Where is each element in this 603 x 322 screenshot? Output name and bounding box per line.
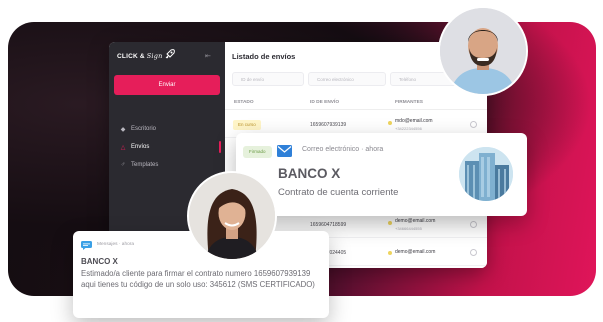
- signed-badge: Firmado: [243, 146, 272, 158]
- page-title: Listado de envíos: [232, 52, 296, 61]
- sidebar-item-label: Escritorio: [131, 126, 157, 132]
- sidebar-nav: ◆ Escritorio △ Envíos ♂ Templates: [109, 120, 225, 174]
- rocket-icon: [165, 49, 175, 59]
- signer-status-dot: [388, 251, 392, 255]
- signer-phone: +34222344556: [395, 126, 422, 131]
- collapse-sidebar-icon[interactable]: ⇤: [205, 52, 211, 60]
- status-badge: En curso: [233, 120, 261, 130]
- logo-script: Sign: [146, 52, 163, 60]
- stage: CLICK & Sign ⇤ Enviar ◆ Escritorio △ Env…: [0, 0, 603, 322]
- signer-status-dot: [388, 121, 392, 125]
- notification-meta: Correo electrónico · ahora: [302, 146, 384, 153]
- sidebar-item-templates[interactable]: ♂ Templates: [109, 156, 225, 174]
- building-photo: [459, 147, 513, 201]
- sidebar-item-label: Templates: [131, 162, 159, 168]
- row-select-radio[interactable]: [470, 249, 477, 256]
- signer-email: demo@email.com: [395, 218, 436, 224]
- envelope-icon: [277, 145, 292, 157]
- notification-description: Contrato de cuenta corriente: [278, 187, 399, 198]
- sidebar-item-label: Envíos: [131, 144, 150, 150]
- row-select-radio[interactable]: [470, 221, 477, 228]
- sms-message-text: Estimado/a cliente para firmar el contra…: [81, 269, 315, 289]
- shipment-id: 1659607939139: [310, 122, 347, 128]
- logo-text: CLICK &: [117, 53, 145, 60]
- row-select-radio[interactable]: [470, 121, 477, 128]
- desktop-icon: ◆: [120, 126, 126, 133]
- table-header: ESTADO ID DE ENVÍO FIRMANTES: [225, 96, 487, 110]
- sidebar-item-escritorio[interactable]: ◆ Escritorio: [109, 120, 225, 138]
- man-avatar: [438, 6, 528, 96]
- signer-email: demo@email.com: [395, 249, 436, 255]
- email-notification-card[interactable]: Firmado Correo electrónico · ahora BANCO…: [236, 133, 527, 216]
- column-header-id: ID DE ENVÍO: [310, 100, 340, 105]
- notification-meta: Mensajes · ahora: [97, 242, 135, 247]
- bank-name: BANCO X: [81, 257, 118, 266]
- bank-name: BANCO X: [278, 166, 341, 181]
- send-button[interactable]: Enviar: [114, 75, 220, 95]
- woman-avatar: [187, 171, 277, 261]
- signer-status-dot: [388, 221, 392, 225]
- user-icon: ♂: [120, 162, 126, 168]
- signer-info: mdo@email.com +34222344556: [395, 118, 433, 131]
- filters-bar: ID de envío Correo electrónico Teléfono: [232, 72, 458, 86]
- app-logo: CLICK & Sign: [117, 52, 162, 60]
- filter-email-input[interactable]: Correo electrónico: [308, 72, 386, 86]
- signer-phone: +34666444555: [395, 226, 422, 231]
- message-icon: [81, 241, 92, 250]
- signer-email: mdo@email.com: [395, 118, 433, 124]
- shipment-id: 1659604718599: [310, 222, 347, 228]
- signer-info: demo@email.com +34666444555: [395, 218, 435, 231]
- filter-id-input[interactable]: ID de envío: [232, 72, 304, 86]
- sidebar-item-envios[interactable]: △ Envíos: [109, 138, 225, 156]
- column-header-signers: FIRMANTES: [395, 100, 423, 105]
- signer-info: demo@email.com: [395, 249, 435, 255]
- column-header-status: ESTADO: [234, 100, 254, 105]
- send-icon: △: [120, 144, 126, 151]
